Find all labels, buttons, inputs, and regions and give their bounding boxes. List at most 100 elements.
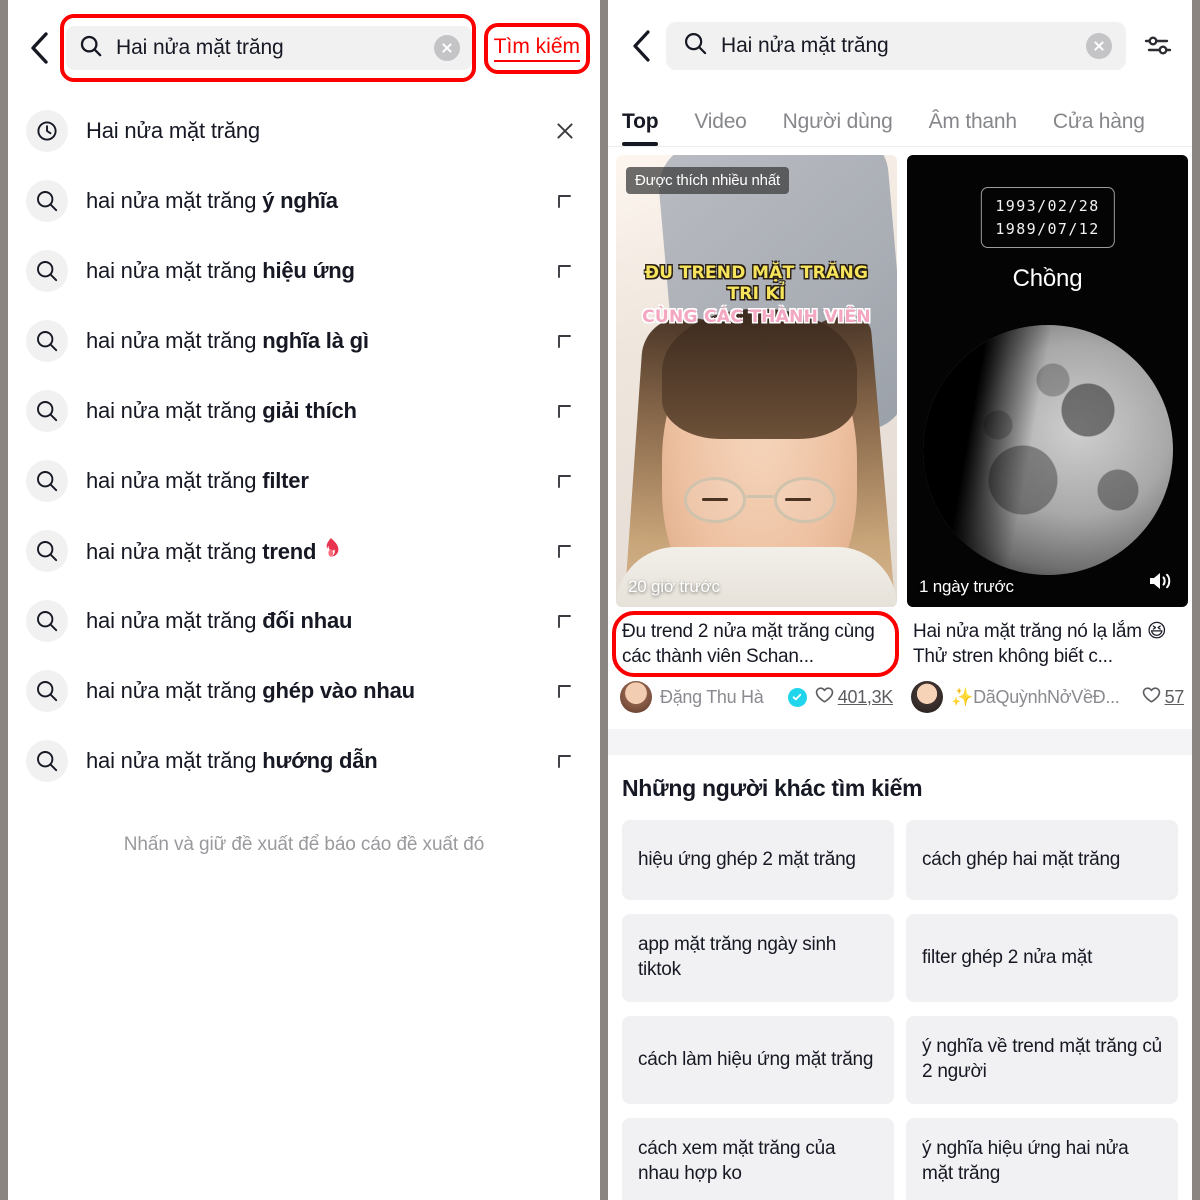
arrow-up-left-icon[interactable] xyxy=(552,191,578,211)
like-count: 57 xyxy=(1142,686,1184,709)
video-thumbnail[interactable]: 1993/02/28 1989/07/12 Chồng 1 ngày trước xyxy=(907,155,1188,607)
tab-users[interactable]: Người dùng xyxy=(783,110,893,146)
birthdate-line-1: 1993/02/28 xyxy=(995,195,1099,218)
list-item[interactable]: hai nửa mặt trăng trend xyxy=(8,516,600,586)
video-caption-wrap: Hai nửa mặt trăng nó lạ lắm 😆 Thử stren … xyxy=(911,617,1184,671)
video-results-grid: ĐU TREND MẶT TRĂNG TRI KỈ CÙNG CÁC THÀNH… xyxy=(608,147,1192,713)
clear-circle-icon[interactable] xyxy=(1086,33,1112,59)
arrow-up-left-icon[interactable] xyxy=(552,611,578,631)
chevron-left-icon[interactable] xyxy=(624,24,658,68)
search-icon xyxy=(80,35,102,62)
close-icon[interactable] xyxy=(552,121,578,141)
clock-icon xyxy=(26,110,68,152)
tab-sounds[interactable]: Âm thanh xyxy=(929,110,1017,146)
related-search-chip[interactable]: ý nghĩa về trend mặt trăng củ 2 người xyxy=(906,1016,1178,1104)
arrow-up-left-icon[interactable] xyxy=(552,541,578,561)
search-input-value: Hai nửa mặt trăng xyxy=(721,34,1086,58)
like-count-value: 57 xyxy=(1165,687,1184,708)
list-item-label: hai nửa mặt trăng ghép vào nhau xyxy=(86,678,552,704)
search-submit-button[interactable]: Tìm kiếm xyxy=(494,35,580,62)
related-search-chip[interactable]: filter ghép 2 nửa mặt xyxy=(906,914,1178,1002)
heart-icon xyxy=(815,686,834,709)
video-caption-annotated-wrap: Đu trend 2 nửa mặt trăng cùng các thành … xyxy=(620,617,893,671)
video-card[interactable]: ĐU TREND MẶT TRĂNG TRI KỈ CÙNG CÁC THÀNH… xyxy=(616,155,897,713)
list-item[interactable]: hai nửa mặt trăng ý nghĩa xyxy=(8,166,600,236)
verified-badge-icon xyxy=(788,688,807,707)
video-caption[interactable]: Hai nửa mặt trăng nó lạ lắm 😆 Thử stren … xyxy=(913,619,1182,669)
video-caption[interactable]: Đu trend 2 nửa mặt trăng cùng các thành … xyxy=(622,619,891,669)
video-author-row: Đặng Thu Hà 401,3K xyxy=(620,681,893,713)
related-search-chip[interactable]: cách xem mặt trăng của nhau hợp ko xyxy=(622,1118,894,1200)
list-item-label: hai nửa mặt trăng giải thích xyxy=(86,398,552,424)
search-icon xyxy=(26,320,68,362)
tab-top[interactable]: Top xyxy=(622,110,658,146)
search-icon xyxy=(26,250,68,292)
video-overlay-text: ĐU TREND MẶT TRĂNG TRI KỈ CÙNG CÁC THÀNH… xyxy=(626,263,887,328)
arrow-up-left-icon[interactable] xyxy=(552,331,578,351)
tab-shop[interactable]: Cửa hàng xyxy=(1053,110,1145,146)
arrow-up-left-icon[interactable] xyxy=(552,261,578,281)
like-count: 401,3K xyxy=(815,686,893,709)
sliders-filter-icon[interactable] xyxy=(1138,26,1178,66)
section-title: Những người khác tìm kiếm xyxy=(622,775,1178,802)
suggestion-list: Hai nửa mặt trăng hai nửa mặt trăng ý ng… xyxy=(8,96,600,796)
list-item[interactable]: hai nửa mặt trăng filter xyxy=(8,446,600,516)
heart-icon xyxy=(1142,686,1161,709)
video-thumbnail[interactable]: ĐU TREND MẶT TRĂNG TRI KỈ CÙNG CÁC THÀNH… xyxy=(616,155,897,607)
arrow-up-left-icon[interactable] xyxy=(552,401,578,421)
video-timestamp: 1 ngày trước xyxy=(919,577,1014,597)
right-search-header: Hai nửa mặt trăng xyxy=(608,0,1192,92)
clear-circle-icon[interactable] xyxy=(434,35,460,61)
arrow-up-left-icon[interactable] xyxy=(552,471,578,491)
video-meta: Hai nửa mặt trăng nó lạ lắm 😆 Thử stren … xyxy=(907,607,1188,713)
chevron-left-icon[interactable] xyxy=(22,26,56,70)
report-suggestion-hint: Nhấn và giữ đề xuất để báo cáo đề xuất đ… xyxy=(8,834,600,856)
video-timestamp: 20 giờ trước xyxy=(628,577,720,597)
tab-video[interactable]: Video xyxy=(694,110,746,146)
related-search-chips: hiệu ứng ghép 2 mặt trăng cách ghép hai … xyxy=(622,820,1178,1200)
eye-right xyxy=(785,498,811,501)
list-item-label: hai nửa mặt trăng đối nhau xyxy=(86,608,552,634)
list-item-label: hai nửa mặt trăng trend xyxy=(86,537,552,565)
related-search-chip[interactable]: hiệu ứng ghép 2 mặt trăng xyxy=(622,820,894,900)
list-item[interactable]: hai nửa mặt trăng hiệu ứng xyxy=(8,236,600,306)
list-item[interactable]: hai nửa mặt trăng nghĩa là gì xyxy=(8,306,600,376)
right-panel-search-results: Hai nửa mặt trăng Top Video Người dùng Â… xyxy=(608,0,1192,1200)
eye-left xyxy=(702,498,728,501)
related-search-chip[interactable]: app mặt trăng ngày sinh tiktok xyxy=(622,914,894,1002)
author-name[interactable]: ✨DãQuỳnhNởVềĐ... xyxy=(951,687,1134,708)
list-item[interactable]: Hai nửa mặt trăng xyxy=(8,96,600,166)
search-input-value: Hai nửa mặt trăng xyxy=(116,36,434,60)
search-input[interactable]: Hai nửa mặt trăng xyxy=(666,22,1126,70)
avatar[interactable] xyxy=(620,681,652,713)
arrow-up-left-icon[interactable] xyxy=(552,751,578,771)
left-search-header: Hai nửa mặt trăng Tìm kiếm xyxy=(8,0,600,96)
related-search-chip[interactable]: ý nghĩa hiệu ứng hai nửa mặt trăng xyxy=(906,1118,1178,1200)
search-input[interactable]: Hai nửa mặt trăng xyxy=(66,26,472,70)
search-icon xyxy=(26,460,68,502)
related-search-chip[interactable]: cách ghép hai mặt trăng xyxy=(906,820,1178,900)
search-icon xyxy=(26,390,68,432)
search-icon xyxy=(26,740,68,782)
list-item-label: hai nửa mặt trăng nghĩa là gì xyxy=(86,328,552,354)
list-item-label: hai nửa mặt trăng filter xyxy=(86,468,552,494)
search-icon xyxy=(26,670,68,712)
related-search-chip[interactable]: cách làm hiệu ứng mặt trăng xyxy=(622,1016,894,1104)
list-item[interactable]: hai nửa mặt trăng hướng dẫn xyxy=(8,726,600,796)
list-item-label: hai nửa mặt trăng hiệu ứng xyxy=(86,258,552,284)
birthdate-box: 1993/02/28 1989/07/12 xyxy=(980,187,1114,248)
author-name[interactable]: Đặng Thu Hà xyxy=(660,687,784,708)
speaker-icon[interactable] xyxy=(1146,568,1176,599)
birthdate-line-2: 1989/07/12 xyxy=(995,218,1099,241)
moon-label: Chồng xyxy=(907,265,1188,293)
video-author-row: ✨DãQuỳnhNởVềĐ... 57 xyxy=(911,681,1184,713)
list-item[interactable]: hai nửa mặt trăng giải thích xyxy=(8,376,600,446)
video-card[interactable]: 1993/02/28 1989/07/12 Chồng 1 ngày trước xyxy=(907,155,1188,713)
avatar[interactable] xyxy=(911,681,943,713)
search-input-annotated-wrap: Hai nửa mặt trăng xyxy=(66,26,472,70)
moon-image xyxy=(923,325,1173,575)
list-item-label: Hai nửa mặt trăng xyxy=(86,118,552,144)
arrow-up-left-icon[interactable] xyxy=(552,681,578,701)
list-item[interactable]: hai nửa mặt trăng đối nhau xyxy=(8,586,600,656)
list-item[interactable]: hai nửa mặt trăng ghép vào nhau xyxy=(8,656,600,726)
